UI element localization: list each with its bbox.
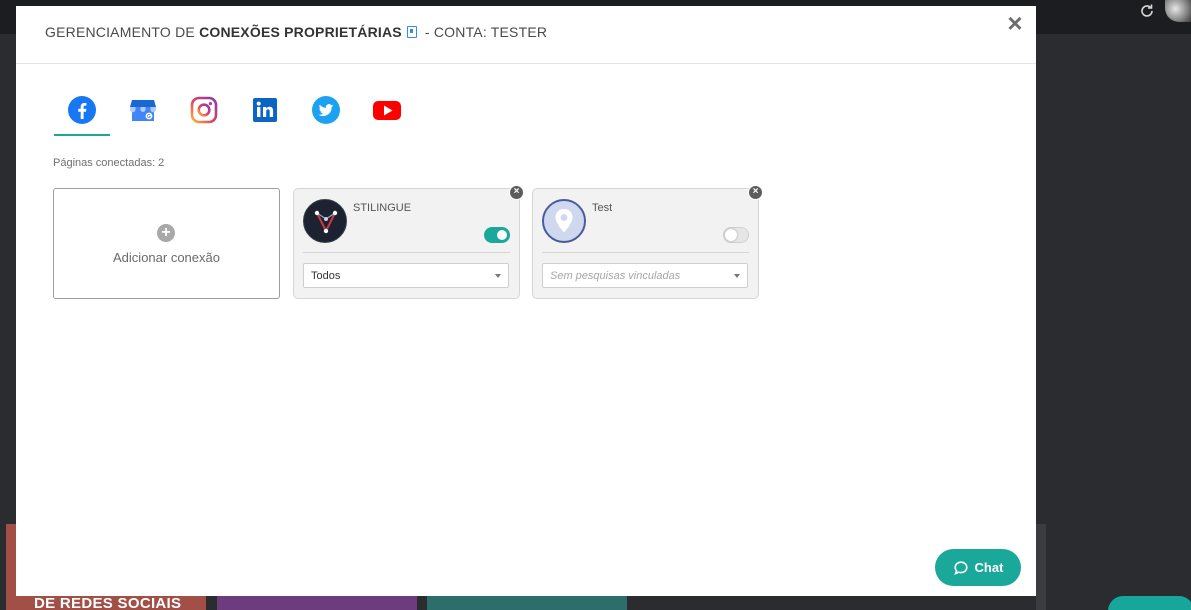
info-icon[interactable] [406, 26, 417, 38]
location-pin-icon [555, 209, 573, 233]
connection-card: × Test Sem pesquisas vinculadas [532, 185, 763, 299]
refresh-icon[interactable] [1138, 2, 1156, 20]
tab-linkedin[interactable] [237, 90, 293, 136]
background-fab-button [1108, 596, 1191, 610]
title-bold: CONEXÕES PROPRIETÁRIAS [199, 24, 402, 40]
title-prefix: GERENCIAMENTO DE [45, 24, 195, 40]
close-button[interactable]: × [1004, 10, 1026, 36]
remove-connection-button[interactable]: × [748, 185, 763, 200]
tab-google-my-business[interactable]: G [115, 90, 171, 136]
instagram-icon [190, 96, 218, 124]
tab-instagram[interactable] [176, 90, 232, 136]
tab-facebook[interactable] [54, 90, 110, 136]
connections-modal: GERENCIAMENTO DE CONEXÕES PROPRIETÁRIAS … [16, 6, 1036, 596]
background-tile-text: DE REDES SOCIAIS [34, 595, 182, 610]
title-suffix: - CONTA: TESTER [424, 24, 548, 40]
social-network-tabs: G [54, 90, 434, 138]
page-avatar [542, 199, 586, 243]
remove-connection-button[interactable]: × [509, 185, 524, 200]
divider [542, 252, 749, 253]
page-name: STILINGUE [353, 202, 412, 214]
background-tile [1036, 524, 1046, 610]
svg-text:G: G [147, 114, 151, 120]
connected-pages-count: Páginas conectadas: 2 [53, 157, 165, 169]
youtube-icon [373, 101, 401, 120]
connection-toggle[interactable] [484, 227, 510, 243]
plus-icon: + [157, 224, 175, 242]
page-name: Test [592, 202, 613, 214]
stilingue-logo-icon [314, 210, 338, 234]
chat-button[interactable]: Chat [935, 549, 1021, 586]
chevron-down-icon [734, 274, 740, 278]
search-select[interactable]: Todos [303, 263, 509, 288]
chat-bubble-icon [953, 560, 968, 575]
search-select-value: Todos [311, 270, 341, 282]
connection-toggle[interactable] [723, 227, 749, 243]
modal-header: GERENCIAMENTO DE CONEXÕES PROPRIETÁRIAS … [16, 6, 1036, 64]
connection-card: × STILINGUE Todos [293, 185, 524, 299]
page-avatar [303, 199, 347, 243]
search-select[interactable]: Sem pesquisas vinculadas [542, 263, 748, 288]
chevron-down-icon [495, 274, 501, 278]
google-my-business-icon: G [130, 100, 156, 121]
chat-label: Chat [974, 560, 1004, 575]
twitter-icon [312, 96, 340, 124]
facebook-icon [68, 96, 96, 124]
tab-twitter[interactable] [298, 90, 354, 136]
divider [303, 252, 510, 253]
linkedin-icon [253, 98, 277, 122]
add-connection-label: Adicionar conexão [113, 250, 220, 265]
modal-title: GERENCIAMENTO DE CONEXÕES PROPRIETÁRIAS … [45, 24, 547, 40]
search-select-placeholder: Sem pesquisas vinculadas [550, 270, 681, 282]
tab-youtube[interactable] [359, 90, 415, 136]
add-connection-button[interactable]: + Adicionar conexão [53, 188, 280, 299]
